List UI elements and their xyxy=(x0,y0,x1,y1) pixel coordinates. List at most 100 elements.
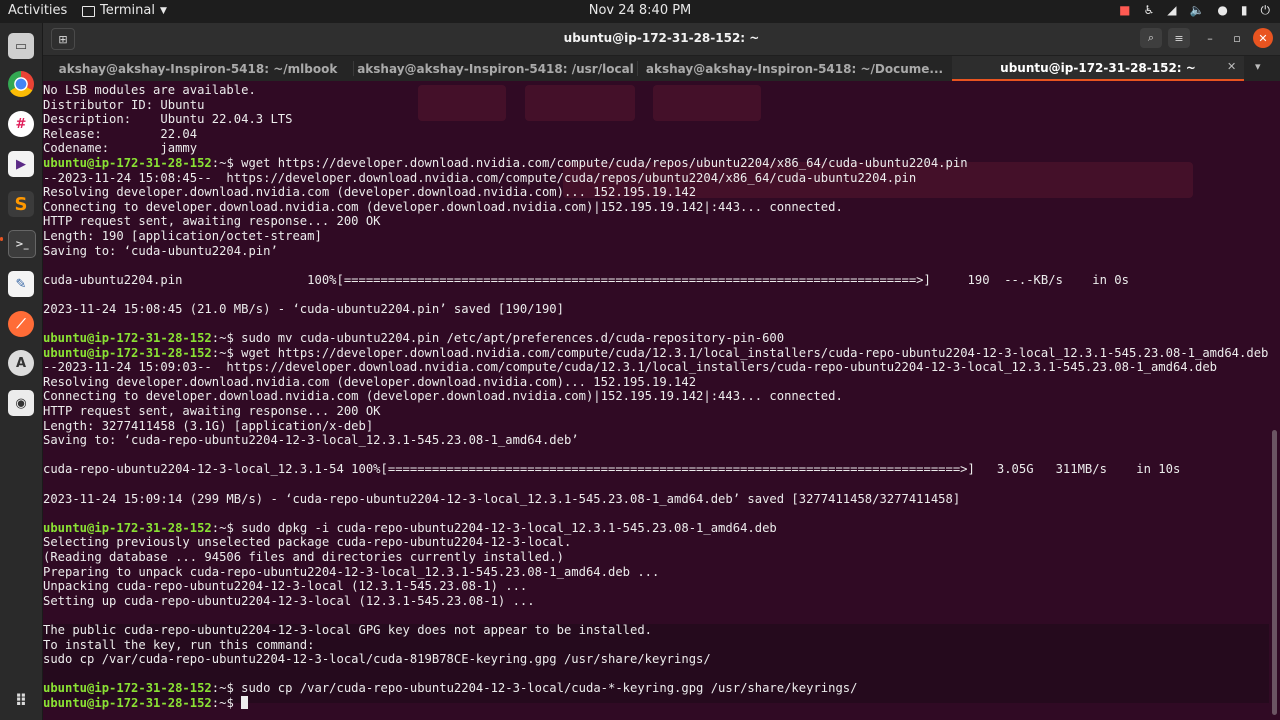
terminal-line: ubuntu@ip-172-31-28-152:~$ wget https://… xyxy=(43,156,1268,171)
tab-ubuntu-active[interactable]: ubuntu@ip-172-31-28-152: ~ xyxy=(952,56,1244,81)
terminal-line: Saving to: ‘cuda-repo-ubuntu2204-12-3-lo… xyxy=(43,433,579,448)
postman-icon[interactable]: ⟋ xyxy=(8,311,34,337)
settings-icon[interactable]: A xyxy=(8,350,34,376)
prompt-path: :~$ xyxy=(211,520,242,535)
terminal-line: No LSB modules are available. xyxy=(43,83,256,97)
command-text: sudo mv cuda-ubuntu2204.pin /etc/apt/pre… xyxy=(241,331,785,346)
maximize-button[interactable]: ▫ xyxy=(1226,28,1248,48)
terminal-line: cuda-repo-ubuntu2204-12-3-local_12.3.1-5… xyxy=(43,462,1181,477)
terminal-line: To install the key, run this command: xyxy=(43,637,315,652)
prompt-user-host: ubuntu@ip-172-31-28-152 xyxy=(43,331,212,346)
terminal-window: ⊞ ubuntu@ip-172-31-28-152: ~ ⌕ ≡ – ▫ ✕ a… xyxy=(43,23,1280,720)
terminal-line: Codename: jammy xyxy=(43,141,198,156)
terminal-line: ubuntu@ip-172-31-28-152:~$ sudo dpkg -i … xyxy=(43,521,1268,536)
microphone-icon[interactable]: ● xyxy=(1217,3,1227,18)
prompt-path: :~$ xyxy=(211,681,242,696)
prompt-path: :~$ xyxy=(211,695,242,710)
terminal-line: 2023-11-24 15:08:45 (21.0 MB/s) - ‘cuda-… xyxy=(43,301,564,316)
terminal-line: --2023-11-24 15:09:03-- https://develope… xyxy=(43,360,1217,375)
record-icon[interactable]: ■ xyxy=(1119,3,1130,18)
tab-bar: akshay@akshay-Inspiron-5418: ~/mlbook ak… xyxy=(43,56,1280,81)
terminal-app-icon xyxy=(82,6,95,17)
power-icon[interactable]: ⏻ xyxy=(1261,3,1271,18)
system-tray[interactable]: ■ ♿ ◢ 🔈 ● ▮ ⏻ xyxy=(1119,3,1270,18)
header-bar: ⊞ ubuntu@ip-172-31-28-152: ~ ⌕ ≡ – ▫ ✕ xyxy=(43,23,1280,56)
clock[interactable]: Nov 24 8:40 PM xyxy=(0,3,1280,18)
terminal-line: Connecting to developer.download.nvidia.… xyxy=(43,389,843,404)
terminal-line: --2023-11-24 15:08:45-- https://develope… xyxy=(43,170,917,185)
tab-usr-local[interactable]: akshay@akshay-Inspiron-5418: /usr/local xyxy=(354,56,637,81)
accessibility-icon[interactable]: ♿ xyxy=(1143,3,1154,18)
prompt-path: :~$ xyxy=(211,155,242,170)
tab-close-icon[interactable]: ✕ xyxy=(1227,60,1236,73)
prompt-user-host: ubuntu@ip-172-31-28-152 xyxy=(43,695,212,710)
show-applications-icon[interactable]: ⠿ xyxy=(8,687,34,713)
search-icon[interactable]: ⌕ xyxy=(1140,28,1162,48)
terminal-line: Distributor ID: Ubuntu xyxy=(43,97,205,112)
terminal-line: HTTP request sent, awaiting response... … xyxy=(43,214,381,229)
files-icon[interactable]: ▭ xyxy=(8,33,34,59)
wifi-icon[interactable]: ◢ xyxy=(1167,3,1176,18)
terminal-output: No LSB modules are available. Distributor… xyxy=(43,83,1268,711)
tab-documents[interactable]: akshay@akshay-Inspiron-5418: ~/Docume... xyxy=(638,56,951,81)
terminal-icon[interactable]: >_ xyxy=(8,230,36,258)
terminal-line: ubuntu@ip-172-31-28-152:~$ xyxy=(43,695,1268,711)
command-text: sudo dpkg -i cuda-repo-ubuntu2204-12-3-l… xyxy=(241,520,777,535)
terminal-scrollbar[interactable] xyxy=(1269,82,1280,720)
chevron-down-icon: ▼ xyxy=(159,5,167,16)
activities-button[interactable]: Activities xyxy=(8,3,67,18)
terminal-line: Length: 190 [application/octet-stream] xyxy=(43,228,322,243)
terminal-line: Length: 3277411458 (3.1G) [application/x… xyxy=(43,418,374,433)
terminal-line: Saving to: ‘cuda-ubuntu2204.pin’ xyxy=(43,243,278,258)
terminal-line: Resolving developer.download.nvidia.com … xyxy=(43,185,697,200)
terminal-line: The public cuda-repo-ubuntu2204-12-3-loc… xyxy=(43,622,653,637)
dock: ▭ # ▶ S >_ ✎ ⟋ A ◉ ⠿ xyxy=(0,23,43,720)
menu-icon[interactable]: ≡ xyxy=(1168,28,1190,48)
battery-icon[interactable]: ▮ xyxy=(1241,3,1248,18)
prompt-path: :~$ xyxy=(211,331,242,346)
sublime-icon[interactable]: S xyxy=(8,191,34,217)
terminal-line: Release: 22.04 xyxy=(43,126,198,141)
terminal-line: ubuntu@ip-172-31-28-152:~$ wget https://… xyxy=(43,346,1268,361)
terminal-view[interactable]: No LSB modules are available. Distributor… xyxy=(43,82,1269,720)
prompt-user-host: ubuntu@ip-172-31-28-152 xyxy=(43,520,212,535)
prompt-user-host: ubuntu@ip-172-31-28-152 xyxy=(43,681,212,696)
prompt-user-host: ubuntu@ip-172-31-28-152 xyxy=(43,345,212,360)
minimize-button[interactable]: – xyxy=(1199,28,1221,48)
terminal-line: 2023-11-24 15:09:14 (299 MB/s) - ‘cuda-r… xyxy=(43,491,961,506)
app-menu[interactable]: Terminal ▼ xyxy=(82,3,167,18)
terminal-line: Preparing to unpack cuda-repo-ubuntu2204… xyxy=(43,564,660,579)
terminal-line: Description: Ubuntu 22.04.3 LTS xyxy=(43,112,293,127)
terminal-line: sudo cp /var/cuda-repo-ubuntu2204-12-3-l… xyxy=(43,652,711,667)
tab-mlbook[interactable]: akshay@akshay-Inspiron-5418: ~/mlbook xyxy=(43,56,353,81)
prompt-user-host: ubuntu@ip-172-31-28-152 xyxy=(43,155,212,170)
slack-icon[interactable]: # xyxy=(8,111,34,137)
terminal-line: (Reading database ... 94506 files and di… xyxy=(43,550,564,564)
screenshot-icon[interactable]: ◉ xyxy=(8,390,34,416)
window-title: ubuntu@ip-172-31-28-152: ~ xyxy=(563,31,760,45)
terminal-line: HTTP request sent, awaiting response... … xyxy=(43,404,381,419)
app-menu-label: Terminal xyxy=(100,3,155,18)
video-app-icon[interactable]: ▶ xyxy=(8,151,34,177)
terminal-line: Unpacking cuda-repo-ubuntu2204-12-3-loca… xyxy=(43,579,528,594)
tab-list-icon[interactable]: ▾ xyxy=(1255,60,1261,73)
terminal-line: Setting up cuda-repo-ubuntu2204-12-3-loc… xyxy=(43,593,535,608)
text-editor-icon[interactable]: ✎ xyxy=(8,271,34,297)
terminal-line: ubuntu@ip-172-31-28-152:~$ sudo cp /var/… xyxy=(43,681,1268,696)
volume-icon[interactable]: 🔈 xyxy=(1189,3,1204,18)
scrollbar-thumb[interactable] xyxy=(1272,430,1277,715)
close-button[interactable]: ✕ xyxy=(1253,28,1273,48)
text-cursor xyxy=(241,695,249,709)
command-text: wget https://developer.download.nvidia.c… xyxy=(241,345,1269,360)
chrome-icon[interactable] xyxy=(8,71,34,97)
active-indicator xyxy=(0,237,3,241)
terminal-line: ubuntu@ip-172-31-28-152:~$ sudo mv cuda-… xyxy=(43,331,1268,346)
